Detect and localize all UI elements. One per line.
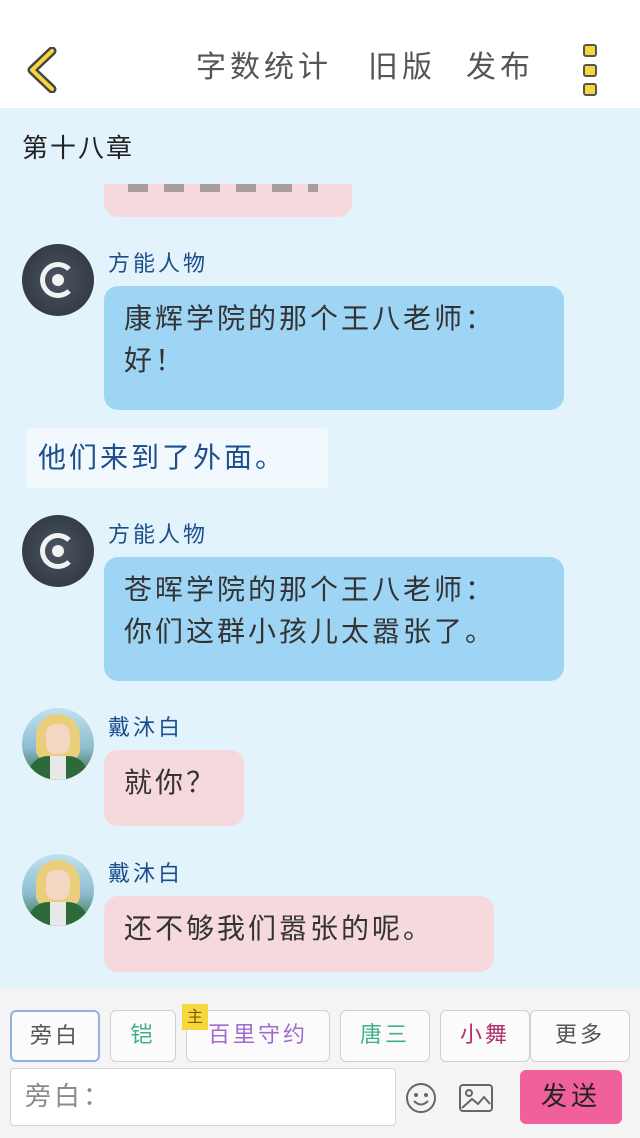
message-input-box[interactable] — [10, 1068, 396, 1126]
message-bubble[interactable]: 就你？ — [104, 750, 244, 826]
sender-name: 戴沐白 — [108, 862, 184, 887]
publish-button[interactable]: 发布 — [466, 48, 534, 88]
role-chip-xiaowu[interactable]: 小舞 — [440, 1010, 530, 1062]
message-bubble[interactable]: 还不够我们嚣张的呢。 — [104, 896, 494, 972]
role-chip-more[interactable]: 更多 — [530, 1010, 630, 1062]
message-bubble[interactable]: 苍晖学院的那个王八老师： 你们这群小孩儿太嚣张了。 — [104, 557, 564, 681]
system-logo-avatar[interactable] — [22, 244, 94, 316]
system-logo-avatar[interactable] — [22, 515, 94, 587]
chapter-title: 第十八章 — [22, 134, 135, 164]
narration-bubble[interactable]: 他们来到了外面。 — [26, 428, 328, 488]
blond-hero-avatar[interactable] — [22, 708, 94, 780]
old-version-button[interactable]: 旧版 — [368, 48, 436, 88]
blond-hero-avatar[interactable] — [22, 854, 94, 926]
previous-message-bubble — [104, 184, 352, 217]
back-button[interactable] — [22, 46, 62, 94]
more-vertical-icon[interactable] — [578, 44, 602, 96]
chevron-left-icon — [27, 47, 57, 93]
role-chip-kai[interactable]: 铠 — [110, 1010, 176, 1062]
smiley-icon[interactable] — [404, 1081, 438, 1115]
image-icon[interactable] — [458, 1082, 494, 1114]
main-character-tag: 主 — [182, 1004, 208, 1030]
send-button[interactable]: 发送 — [520, 1070, 622, 1124]
role-chip-tangsan[interactable]: 唐三 — [340, 1010, 430, 1062]
word-count-button[interactable]: 字数统计 — [196, 48, 332, 88]
composer-bar: 旁白 铠 百里守约 主 唐三 小舞 更多 发送 — [0, 988, 640, 1138]
message-input[interactable] — [11, 1069, 395, 1125]
sender-name: 方能人物 — [108, 252, 209, 277]
message-bubble[interactable]: 康辉学院的那个王八老师： 好！ — [104, 286, 564, 410]
role-chip-narrator[interactable]: 旁白 — [10, 1010, 100, 1062]
top-bar: 字数统计 旧版 发布 — [0, 0, 640, 108]
sender-name: 戴沐白 — [108, 716, 184, 741]
sender-name: 方能人物 — [108, 523, 209, 548]
chat-area[interactable]: 第十八章 方能人物 康辉学院的那个王八老师： 好！ 他们来到了外面。 方能人物 … — [0, 108, 640, 988]
